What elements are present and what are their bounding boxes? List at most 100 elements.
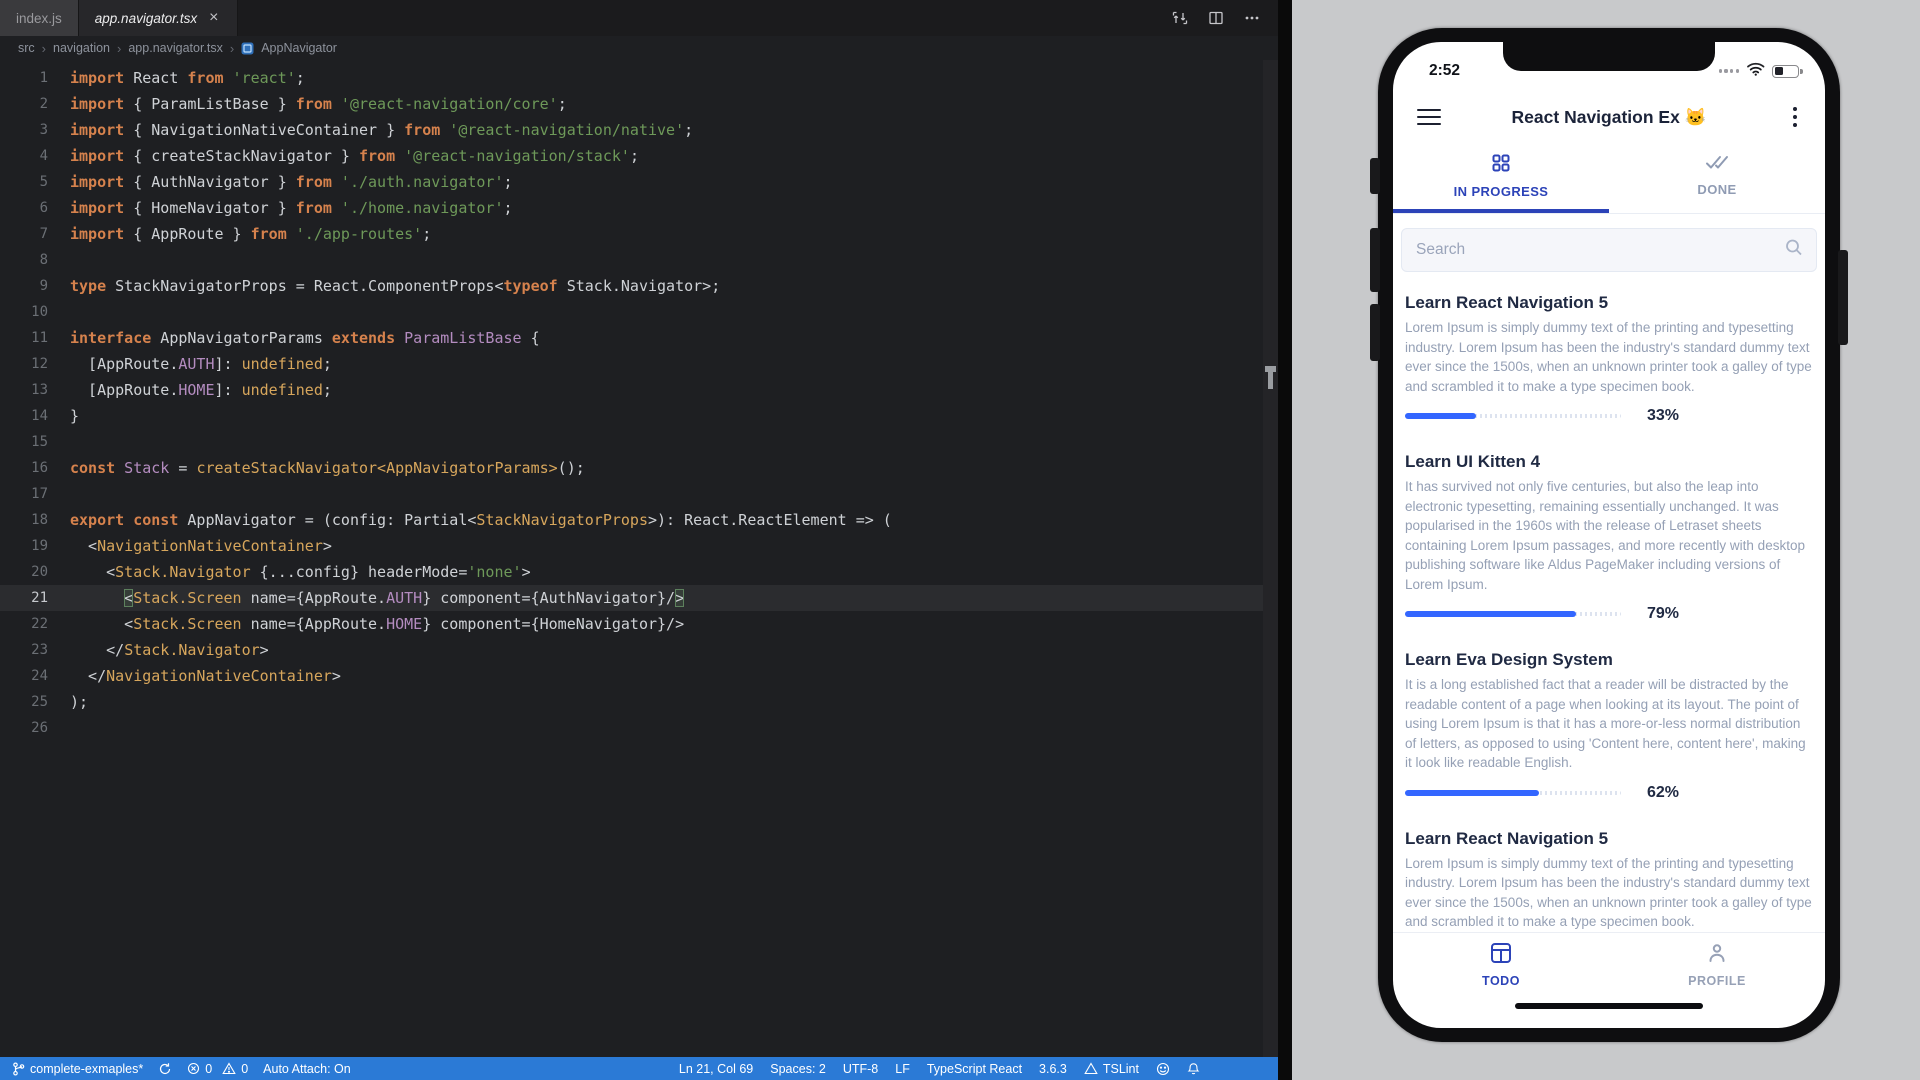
- menu-hamburger-icon[interactable]: [1417, 108, 1441, 126]
- code-text: import { AppRoute } from './app-routes';: [70, 225, 432, 243]
- todo-progress-row: 33%: [1405, 407, 1813, 424]
- language-mode[interactable]: TypeScript React: [927, 1062, 1022, 1076]
- code-line[interactable]: 15: [0, 429, 1278, 455]
- split-editor-icon[interactable]: [1208, 10, 1224, 26]
- notifications-bell-icon[interactable]: [1187, 1062, 1200, 1076]
- code-editor[interactable]: 1 import React from 'react'; 2 import { Par…: [0, 60, 1278, 1057]
- code-line[interactable]: 7 import { AppRoute } from './app-routes'…: [0, 221, 1278, 247]
- line-number: 2: [39, 96, 48, 112]
- code-line[interactable]: 17: [0, 481, 1278, 507]
- code-line[interactable]: 14}: [0, 403, 1278, 429]
- problems-indicator[interactable]: 0 0: [187, 1062, 248, 1076]
- tab-in-progress[interactable]: IN PROGRESS: [1393, 144, 1609, 213]
- tab-index-js[interactable]: index.js: [0, 0, 79, 36]
- breadcrumb-item[interactable]: navigation: [53, 41, 110, 55]
- code-text: </Stack.Navigator>: [70, 641, 269, 659]
- code-line[interactable]: 16 const Stack = createStackNavigator<App…: [0, 455, 1278, 481]
- line-number: 14: [31, 408, 48, 424]
- git-branch-item[interactable]: complete-exmaples*: [12, 1062, 143, 1076]
- bottom-tab-profile[interactable]: PROFILE: [1609, 933, 1825, 996]
- todo-item[interactable]: Learn React Navigation 5 Lorem Ipsum is …: [1393, 816, 1825, 933]
- code-line[interactable]: 8: [0, 247, 1278, 273]
- breadcrumb-item[interactable]: AppNavigator: [261, 41, 337, 55]
- tab-label: IN PROGRESS: [1453, 184, 1549, 199]
- todo-description: It has survived not only five centuries,…: [1405, 479, 1805, 592]
- warnings-icon: [222, 1062, 236, 1075]
- linter-item[interactable]: TSLint: [1084, 1062, 1139, 1076]
- code-line[interactable]: 10: [0, 299, 1278, 325]
- search-input[interactable]: [1401, 228, 1817, 272]
- breadcrumb: src › navigation › app.navigator.tsx › A…: [0, 36, 1278, 60]
- todo-title: Learn UI Kitten 4: [1405, 452, 1541, 471]
- code-text: interface AppNavigatorParams extends Par…: [70, 329, 540, 347]
- progress-track: [1405, 611, 1621, 617]
- power-button: [1838, 250, 1848, 345]
- tab-app-navigator-tsx[interactable]: app.navigator.tsx ×: [78, 0, 239, 36]
- code-line[interactable]: 13 [AppRoute.HOME]: undefined;: [0, 377, 1278, 403]
- line-number: 22: [31, 616, 48, 632]
- todo-item[interactable]: Learn React Navigation 5 Lorem Ipsum is …: [1393, 280, 1825, 439]
- breadcrumb-item[interactable]: app.navigator.tsx: [128, 41, 223, 55]
- more-options-kebab-icon[interactable]: [1793, 107, 1801, 127]
- encoding[interactable]: UTF-8: [843, 1062, 878, 1076]
- code-text: import { createStackNavigator } from '@r…: [70, 147, 639, 165]
- sync-button[interactable]: [158, 1062, 172, 1076]
- todo-item[interactable]: Learn Eva Design System It is a long est…: [1393, 637, 1825, 816]
- code-line[interactable]: 25);: [0, 689, 1278, 715]
- app-header: React Navigation Ex 🐱: [1393, 90, 1825, 144]
- code-line[interactable]: 3 import { NavigationNativeContainer } fr…: [0, 117, 1278, 143]
- code-line[interactable]: 6 import { HomeNavigator } from './home.n…: [0, 195, 1278, 221]
- progress-track: [1405, 789, 1621, 796]
- code-line[interactable]: 11 interface AppNavigatorParams extends P…: [0, 325, 1278, 351]
- tab-done[interactable]: DONE: [1609, 144, 1825, 213]
- more-actions-icon[interactable]: [1244, 10, 1260, 26]
- line-number: 12: [31, 356, 48, 372]
- code-text: <Stack.Screen name={AppRoute.AUTH} compo…: [124, 589, 685, 607]
- code-line[interactable]: 12 [AppRoute.AUTH]: undefined;: [0, 351, 1278, 377]
- line-number: 20: [31, 564, 48, 580]
- line-number: 7: [39, 226, 48, 242]
- code-text: const Stack = createStackNavigator<AppNa…: [70, 459, 585, 477]
- close-tab-icon[interactable]: ×: [206, 8, 221, 28]
- line-number: 18: [31, 512, 48, 528]
- breadcrumb-item[interactable]: src: [18, 41, 35, 55]
- code-line[interactable]: 24 </NavigationNativeContainer>: [0, 663, 1278, 689]
- code-line[interactable]: 2 import { ParamListBase } from '@react-n…: [0, 91, 1278, 117]
- code-line[interactable]: 21 <Stack.Screen name={AppRoute.AUTH} co…: [0, 585, 1278, 611]
- symbol-icon: [241, 42, 254, 55]
- feedback-smiley-icon[interactable]: [1156, 1062, 1170, 1076]
- code-line[interactable]: 19 <NavigationNativeContainer>: [0, 533, 1278, 559]
- code-text: }: [70, 407, 80, 425]
- code-line[interactable]: 4 import { createStackNavigator } from '@…: [0, 143, 1278, 169]
- code-line[interactable]: 5 import { AuthNavigator } from './auth.n…: [0, 169, 1278, 195]
- todo-title: Learn React Navigation 5: [1405, 293, 1609, 312]
- code-line[interactable]: 18 export const AppNavigator = (config: P…: [0, 507, 1278, 533]
- ts-version[interactable]: 3.6.3: [1039, 1062, 1067, 1076]
- code-line[interactable]: 23 </Stack.Navigator>: [0, 637, 1278, 663]
- code-line[interactable]: 22 <Stack.Screen name={AppRoute.HOME} co…: [0, 611, 1278, 637]
- tab-label: app.navigator.tsx: [94, 10, 198, 26]
- line-number: 16: [31, 460, 48, 476]
- auto-attach-item[interactable]: Auto Attach: On: [263, 1062, 351, 1076]
- cursor-position[interactable]: Ln 21, Col 69: [679, 1062, 753, 1076]
- line-number: 13: [31, 382, 48, 398]
- eol-sequence[interactable]: LF: [895, 1062, 910, 1076]
- code-line[interactable]: 20 <Stack.Navigator {...config} headerMo…: [0, 559, 1278, 585]
- todo-title: Learn React Navigation 5: [1405, 828, 1609, 848]
- line-number: 21: [31, 590, 48, 606]
- code-line[interactable]: 1 import React from 'react';: [0, 65, 1278, 91]
- code-line[interactable]: 9 type StackNavigatorProps = React.Compon…: [0, 273, 1278, 299]
- git-branch-icon: [13, 1061, 25, 1076]
- editor-scrollbar[interactable]: [1263, 60, 1278, 1057]
- open-changes-icon[interactable]: [1172, 10, 1188, 26]
- code-line[interactable]: 26: [0, 715, 1278, 741]
- todo-item[interactable]: Learn UI Kitten 4 It has survived not on…: [1393, 439, 1825, 637]
- scrollbar-marker: [1268, 372, 1273, 389]
- search-icon: [1784, 238, 1804, 263]
- search-container: [1401, 228, 1817, 272]
- indentation[interactable]: Spaces: 2: [770, 1062, 826, 1076]
- chevron-right-icon: ›: [117, 40, 122, 56]
- bottom-tab-todo[interactable]: TODO: [1393, 933, 1609, 996]
- todo-progress-row: 79%: [1405, 605, 1813, 622]
- home-indicator[interactable]: [1515, 1003, 1703, 1009]
